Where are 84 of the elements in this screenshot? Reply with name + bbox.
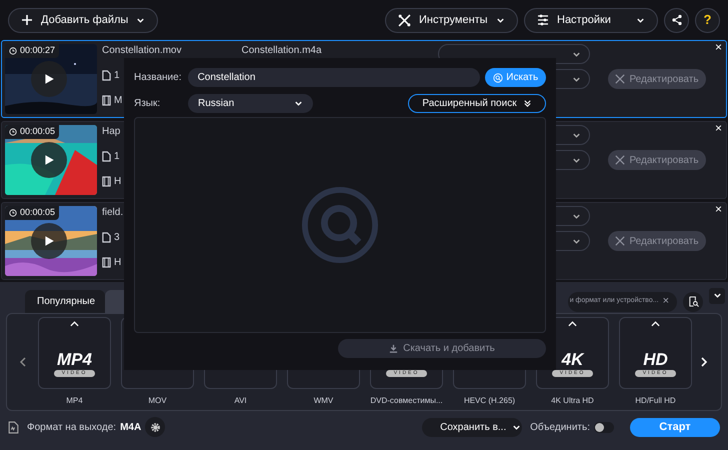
format-label: DVD-совместимы...: [370, 395, 443, 407]
play-icon: [43, 235, 55, 247]
chevron-down-icon: [294, 99, 303, 108]
duration-badge: 00:00:27: [5, 44, 60, 58]
save-to-button[interactable]: Сохранить в...: [422, 418, 522, 436]
close-button[interactable]: ×: [714, 203, 722, 215]
language-label: Язык:: [134, 97, 162, 111]
film-icon: [102, 176, 111, 187]
close-button[interactable]: ×: [714, 41, 722, 53]
output-file-name: Constellation.m4a: [241, 44, 322, 58]
file-icon: [102, 70, 111, 81]
merge-toggle[interactable]: [594, 422, 614, 432]
format-label: MP4: [66, 395, 83, 407]
chevron-left-icon: [18, 357, 28, 367]
film-icon: [102, 257, 111, 268]
file-name: field.: [102, 206, 124, 220]
chevron-down-icon: [572, 130, 581, 140]
language-dropdown[interactable]: Russian: [188, 94, 313, 113]
right-arrow-button[interactable]: [699, 357, 709, 367]
dropdown-button[interactable]: Добавить файлы: [8, 8, 158, 32]
device-search-button[interactable]: [683, 292, 703, 312]
file-size: 3: [114, 231, 120, 245]
duration-badge: 00:00:05: [5, 206, 60, 220]
file-audio-icon: [8, 420, 19, 434]
chevron-down-icon: [572, 50, 581, 58]
collapse-button[interactable]: [709, 288, 725, 304]
name-field[interactable]: Constellation: [188, 68, 480, 87]
file-size: 1: [114, 150, 120, 164]
chevron-down-icon: [572, 74, 581, 84]
chevron-down-icon: [572, 236, 581, 246]
search-icon: [493, 72, 504, 82]
sliders-icon: [537, 14, 549, 26]
advanced-search-button[interactable]: Расширенный поиск: [408, 94, 546, 113]
document-search-icon: [688, 296, 698, 307]
chevron-down-icon: [136, 16, 146, 24]
file-resolution: H: [114, 175, 122, 189]
file-name: Hap: [102, 125, 120, 139]
play-icon: [43, 154, 55, 166]
format-logo: MP4: [57, 351, 92, 368]
file-resolution: M: [114, 94, 122, 108]
merge-label: Объединить:: [530, 420, 590, 434]
chevron-down-icon: [572, 156, 581, 164]
format-label: HEVC (H.265): [464, 395, 516, 407]
settings-button[interactable]: [145, 417, 166, 437]
name-label: Название:: [134, 71, 182, 85]
dropdown-button[interactable]: Настройки: [524, 8, 658, 32]
tools-icon: [615, 74, 626, 84]
format-logo: HD: [643, 351, 668, 368]
chevron-right-icon: [699, 357, 709, 367]
file-icon: [102, 232, 111, 243]
share-icon: [670, 14, 682, 26]
file-resolution: H: [114, 256, 122, 270]
dropdown-button[interactable]: Инструменты: [385, 8, 518, 32]
double-chevron-icon: [522, 99, 532, 108]
format-label: HD/Full HD: [635, 395, 676, 407]
film-icon: [102, 95, 111, 106]
clear-button[interactable]: ×: [662, 293, 669, 310]
chevron-down-icon: [572, 212, 581, 220]
tools-icon: [615, 236, 626, 246]
gear-icon: [150, 422, 161, 432]
chevron-down-icon: [712, 291, 722, 300]
output-format-label: Формат на выходе:: [27, 420, 116, 434]
duration-badge: 00:00:05: [5, 125, 60, 139]
plus-icon: [21, 14, 33, 26]
tools-icon: [398, 14, 411, 26]
format-tab[interactable]: Популярные: [25, 290, 105, 313]
help-button[interactable]: ?: [695, 8, 720, 32]
output-format-value: M4A: [120, 420, 142, 434]
close-button[interactable]: ×: [714, 122, 722, 134]
chevron-down-icon: [636, 16, 645, 24]
search-icon: [301, 186, 379, 264]
file-size: 1: [114, 69, 120, 83]
file-icon: [102, 151, 111, 162]
format-logo: 4K: [562, 351, 584, 368]
format-label: 4K Ultra HD: [551, 395, 594, 407]
format-label: WMV: [314, 395, 334, 407]
file-name: Constellation.mov: [102, 44, 182, 58]
tools-icon: [615, 155, 626, 165]
chevron-down-icon: [496, 16, 505, 24]
share-button[interactable]: [664, 8, 689, 32]
download-icon: [389, 344, 398, 353]
format-label: AVI: [234, 395, 247, 407]
format-label: MOV: [148, 395, 167, 407]
chevron-down-icon: [512, 422, 522, 432]
